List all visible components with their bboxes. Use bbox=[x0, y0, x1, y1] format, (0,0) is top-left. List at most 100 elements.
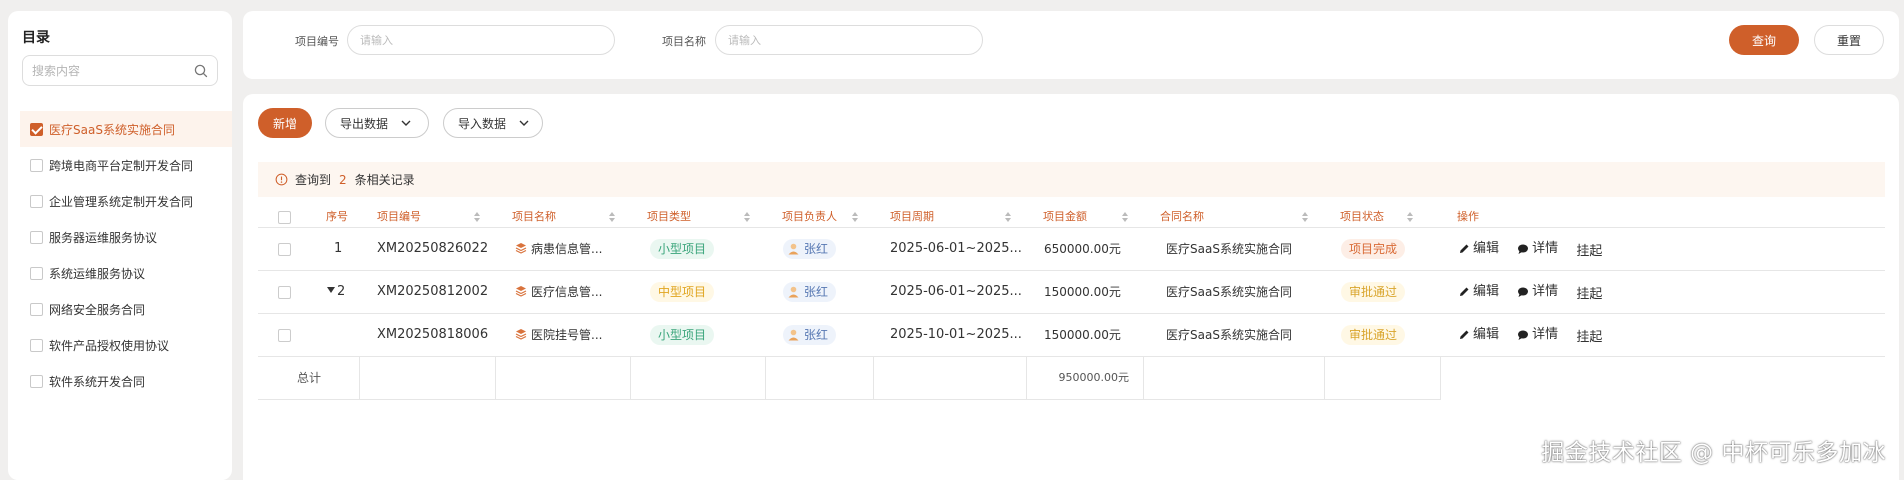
tree-item-enterprise-management[interactable]: 企业管理系统定制开发合同 bbox=[20, 183, 232, 219]
export-label: 导出数据 bbox=[340, 116, 389, 131]
tree-item-checkbox[interactable] bbox=[30, 122, 43, 136]
project-code-input[interactable] bbox=[347, 25, 615, 55]
query-button[interactable]: 查询 bbox=[1729, 25, 1799, 55]
info-icon bbox=[275, 173, 288, 186]
result-count: 2 bbox=[339, 172, 347, 187]
sort-icon[interactable] bbox=[1004, 211, 1012, 223]
row-type: 中型项目 bbox=[650, 271, 715, 313]
tree-item-label: 医疗SaaS系统实施合同 bbox=[49, 122, 175, 137]
pencil-icon bbox=[1460, 244, 1469, 253]
sort-icon[interactable] bbox=[1121, 211, 1129, 223]
suspend-button[interactable]: 挂起 bbox=[1576, 274, 1602, 316]
row-code: XM20250826022 bbox=[377, 241, 489, 256]
total-cell bbox=[496, 357, 631, 399]
tree-item-label: 跨境电商平台定制开发合同 bbox=[49, 158, 194, 173]
tree-item-label: 软件产品授权使用协议 bbox=[49, 338, 170, 353]
col-contract[interactable]: 合同名称 bbox=[1160, 207, 1204, 227]
layers-icon bbox=[515, 243, 527, 254]
user-avatar-icon bbox=[788, 243, 799, 254]
tree-item-checkbox[interactable] bbox=[30, 194, 43, 208]
user-avatar-icon bbox=[788, 329, 799, 340]
detail-button[interactable]: 详情 bbox=[1517, 271, 1558, 313]
row-period: 2025-06-01~2025... bbox=[890, 284, 1022, 299]
tree-item-server-ops[interactable]: 服务器运维服务协议 bbox=[20, 219, 232, 255]
total-label: 总计 bbox=[258, 357, 360, 399]
chevron-down-icon bbox=[519, 120, 529, 126]
row-status: 项目完成 bbox=[1341, 228, 1406, 270]
sort-icon[interactable] bbox=[1406, 211, 1414, 223]
row-contract: 医疗SaaS系统实施合同 bbox=[1166, 285, 1292, 299]
add-button[interactable]: 新增 bbox=[258, 108, 312, 138]
col-period[interactable]: 项目周期 bbox=[890, 207, 934, 227]
detail-button[interactable]: 详情 bbox=[1517, 228, 1558, 270]
edit-button[interactable]: 编辑 bbox=[1458, 228, 1499, 270]
row-owner: 张红 bbox=[783, 314, 837, 356]
tree-item-software-license[interactable]: 软件产品授权使用协议 bbox=[20, 327, 232, 363]
tree-item-checkbox[interactable] bbox=[30, 266, 43, 280]
row-status: 审批通过 bbox=[1341, 271, 1406, 313]
table-row: 2 XM20250812002 医疗信息管... 中型项目 张红 2025-06… bbox=[258, 271, 1885, 314]
detail-button[interactable]: 详情 bbox=[1517, 314, 1558, 356]
edit-label: 编辑 bbox=[1473, 327, 1500, 342]
row-name-text: 医院挂号管... bbox=[531, 328, 603, 342]
row-checkbox[interactable] bbox=[278, 329, 291, 342]
row-checkbox[interactable] bbox=[278, 286, 291, 299]
col-name[interactable]: 项目名称 bbox=[512, 207, 556, 227]
row-code: XM20250812002 bbox=[377, 284, 489, 299]
tree-item-checkbox[interactable] bbox=[30, 302, 43, 316]
tree-item-checkbox[interactable] bbox=[30, 374, 43, 388]
pencil-icon bbox=[1460, 287, 1469, 296]
edit-button[interactable]: 编辑 bbox=[1458, 314, 1499, 356]
tree-item-system-ops[interactable]: 系统运维服务协议 bbox=[20, 255, 232, 291]
row-amount: 150000.00元 bbox=[1044, 285, 1121, 299]
row-index-text: 2 bbox=[337, 284, 346, 299]
project-name-input[interactable] bbox=[715, 25, 983, 55]
sort-icon[interactable] bbox=[473, 211, 481, 223]
row-name[interactable]: 病患信息管... bbox=[515, 228, 602, 270]
col-type[interactable]: 项目类型 bbox=[647, 207, 691, 227]
col-amount[interactable]: 项目金额 bbox=[1043, 207, 1087, 227]
import-dropdown[interactable]: 导入数据 bbox=[443, 108, 543, 138]
suspend-button[interactable]: 挂起 bbox=[1576, 317, 1602, 359]
col-owner[interactable]: 项目负责人 bbox=[782, 207, 837, 227]
row-name-text: 医疗信息管... bbox=[531, 285, 603, 299]
row-checkbox[interactable] bbox=[278, 243, 291, 256]
tree-item-network-security[interactable]: 网络安全服务合同 bbox=[20, 291, 232, 327]
tree-item-medical-saas[interactable]: 医疗SaaS系统实施合同 bbox=[20, 111, 232, 147]
comment-icon bbox=[1518, 287, 1529, 297]
suspend-button[interactable]: 挂起 bbox=[1576, 231, 1602, 273]
search-icon[interactable] bbox=[193, 63, 209, 79]
row-name[interactable]: 医疗信息管... bbox=[515, 271, 602, 313]
sort-icon[interactable] bbox=[851, 211, 859, 223]
sidebar-search-input[interactable] bbox=[23, 56, 183, 85]
sort-icon[interactable] bbox=[743, 211, 751, 223]
edit-button[interactable]: 编辑 bbox=[1458, 271, 1499, 313]
tree-item-checkbox[interactable] bbox=[30, 338, 43, 352]
tree-item-cross-border-ecommerce[interactable]: 跨境电商平台定制开发合同 bbox=[20, 147, 232, 183]
tree-item-checkbox[interactable] bbox=[30, 158, 43, 172]
tree-item-checkbox[interactable] bbox=[30, 230, 43, 244]
owner-name: 张红 bbox=[804, 327, 829, 342]
export-dropdown[interactable]: 导出数据 bbox=[325, 108, 429, 138]
table-row: XM20250818006 医院挂号管... 小型项目 张红 2025-10-0… bbox=[258, 314, 1885, 357]
total-row: 总计 950000.00元 bbox=[258, 357, 1441, 400]
result-info-bar: 查询到 2 条相关记录 bbox=[258, 162, 1885, 197]
total-cell bbox=[360, 357, 496, 399]
sort-icon[interactable] bbox=[608, 211, 616, 223]
expand-toggle-icon[interactable] bbox=[327, 287, 335, 293]
sort-icon[interactable] bbox=[1301, 211, 1309, 223]
result-suffix: 条相关记录 bbox=[354, 173, 415, 187]
select-all-checkbox[interactable] bbox=[278, 211, 291, 224]
edit-label: 编辑 bbox=[1473, 284, 1500, 299]
filter-panel: 项目编号 项目名称 查询 重置 bbox=[243, 11, 1899, 79]
row-name[interactable]: 医院挂号管... bbox=[515, 314, 602, 356]
sidebar-search bbox=[22, 55, 218, 86]
reset-button[interactable]: 重置 bbox=[1814, 25, 1884, 55]
total-cell bbox=[766, 357, 874, 399]
col-status[interactable]: 项目状态 bbox=[1340, 207, 1384, 227]
comment-icon bbox=[1518, 330, 1529, 340]
col-code[interactable]: 项目编号 bbox=[377, 207, 421, 227]
import-label: 导入数据 bbox=[458, 116, 507, 131]
tree-item-software-dev[interactable]: 软件系统开发合同 bbox=[20, 363, 232, 399]
total-amount: 950000.00元 bbox=[1027, 357, 1144, 399]
